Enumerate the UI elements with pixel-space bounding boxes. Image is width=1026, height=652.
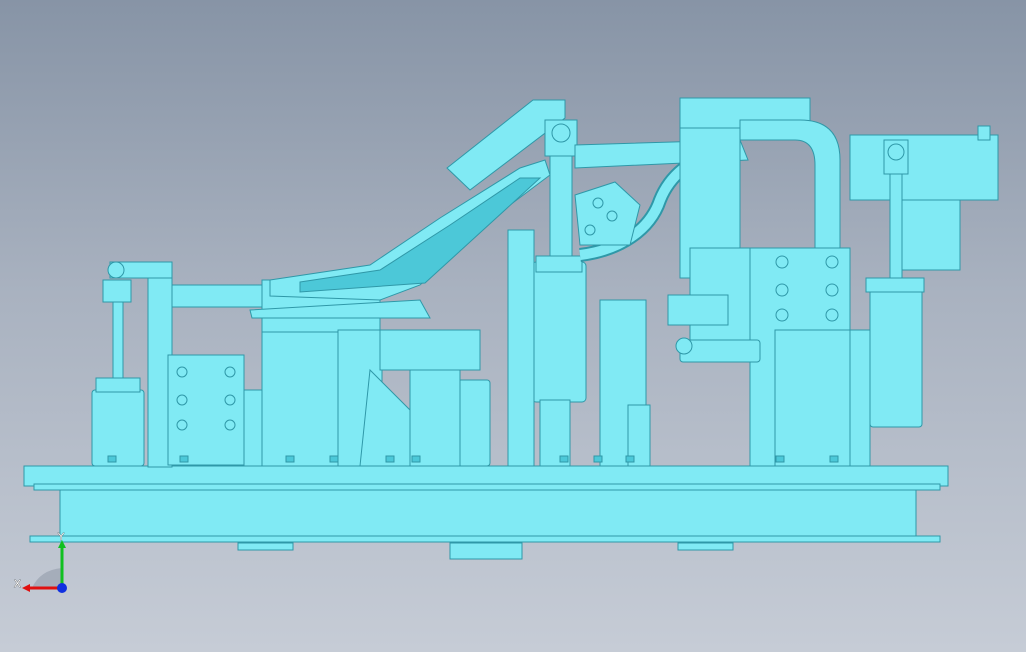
bolt bbox=[224, 394, 236, 406]
x-axis-label: X bbox=[14, 579, 21, 590]
bolt bbox=[176, 394, 188, 406]
bolt bbox=[176, 366, 188, 378]
center-left-block bbox=[261, 329, 339, 467]
triad-shadow bbox=[32, 568, 62, 588]
right-cylinder-cap bbox=[865, 277, 925, 293]
center-plate bbox=[409, 369, 461, 467]
center-cylinder-body bbox=[531, 261, 587, 403]
y-axis-label: Y bbox=[57, 532, 65, 543]
right-cylinder-rod bbox=[889, 169, 903, 291]
bolt bbox=[775, 308, 789, 322]
center-rail bbox=[379, 329, 481, 371]
right-arch bbox=[739, 119, 841, 251]
cad-viewport[interactable] bbox=[0, 0, 1026, 652]
left-cylinder-cap bbox=[95, 377, 141, 393]
center-cylinder-cap bbox=[535, 255, 583, 273]
base-foot-center bbox=[449, 542, 523, 560]
left-cylinder-rod bbox=[112, 299, 124, 381]
bolt bbox=[775, 255, 789, 269]
center-cylinder-rod bbox=[549, 149, 573, 271]
right-bracket-lower bbox=[899, 199, 961, 271]
base-beam-flange bbox=[29, 535, 941, 543]
base-foot-right bbox=[677, 542, 734, 551]
z-axis-dot bbox=[57, 583, 67, 593]
bolt bbox=[592, 197, 604, 209]
right-pin bbox=[977, 125, 991, 141]
right-lower-column bbox=[774, 329, 851, 467]
right-pivot bbox=[675, 337, 693, 355]
bolt bbox=[825, 255, 839, 269]
left-block-side bbox=[243, 389, 265, 467]
right-bracket bbox=[849, 134, 999, 201]
coordinate-triad: X Y bbox=[14, 532, 67, 593]
bolt bbox=[224, 419, 236, 431]
left-cylinder-head bbox=[102, 279, 132, 303]
right-cylinder-body bbox=[869, 284, 923, 428]
center-column bbox=[507, 229, 535, 467]
right-cylinder-side bbox=[849, 329, 871, 467]
base-plate bbox=[23, 465, 949, 487]
bolt bbox=[825, 283, 839, 297]
center-cylinder bbox=[457, 379, 491, 467]
left-pivot bbox=[107, 261, 125, 279]
base-plate-edge bbox=[33, 483, 941, 491]
bolt bbox=[775, 283, 789, 297]
center-pivot bbox=[551, 123, 571, 143]
bolt bbox=[224, 366, 236, 378]
bolt bbox=[584, 224, 596, 236]
x-axis-head bbox=[22, 584, 30, 592]
fixture-model[interactable] bbox=[23, 97, 999, 560]
bolt bbox=[606, 210, 618, 222]
bolt bbox=[176, 419, 188, 431]
base-beam-lower bbox=[59, 489, 917, 541]
right-clamp-arm bbox=[667, 294, 729, 326]
left-rail bbox=[171, 284, 273, 308]
base-foot-left bbox=[237, 542, 294, 551]
left-cylinder-body bbox=[91, 389, 145, 467]
bolt bbox=[825, 308, 839, 322]
right-pivot-top bbox=[887, 143, 905, 161]
